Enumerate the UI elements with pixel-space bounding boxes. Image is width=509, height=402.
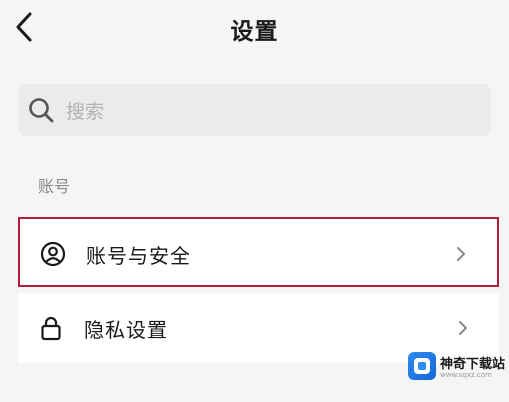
list-item-account-security[interactable]: 账号与安全 <box>18 217 499 287</box>
watermark-logo-icon <box>408 352 436 380</box>
item-label: 账号与安全 <box>86 244 191 268</box>
chevron-right-icon <box>457 247 465 261</box>
settings-screen: 设置 搜索 账号 账号与安全 隐私设置 神奇下载站 www.sqxz.com <box>0 0 509 402</box>
page-title: 设置 <box>230 19 279 45</box>
search-placeholder: 搜索 <box>66 101 105 123</box>
chevron-right-icon <box>459 321 467 335</box>
search-input[interactable]: 搜索 <box>18 84 491 136</box>
item-label: 隐私设置 <box>84 318 168 342</box>
site-watermark: 神奇下载站 www.sqxz.com <box>408 352 506 384</box>
watermark-subtext: www.sqxz.com <box>440 371 492 379</box>
user-circle-icon <box>40 241 66 267</box>
header-bar: 设置 <box>0 0 509 58</box>
lock-icon <box>41 316 61 341</box>
search-icon <box>29 98 54 123</box>
watermark-text: 神奇下载站 <box>440 357 506 372</box>
section-label-account: 账号 <box>38 177 71 196</box>
